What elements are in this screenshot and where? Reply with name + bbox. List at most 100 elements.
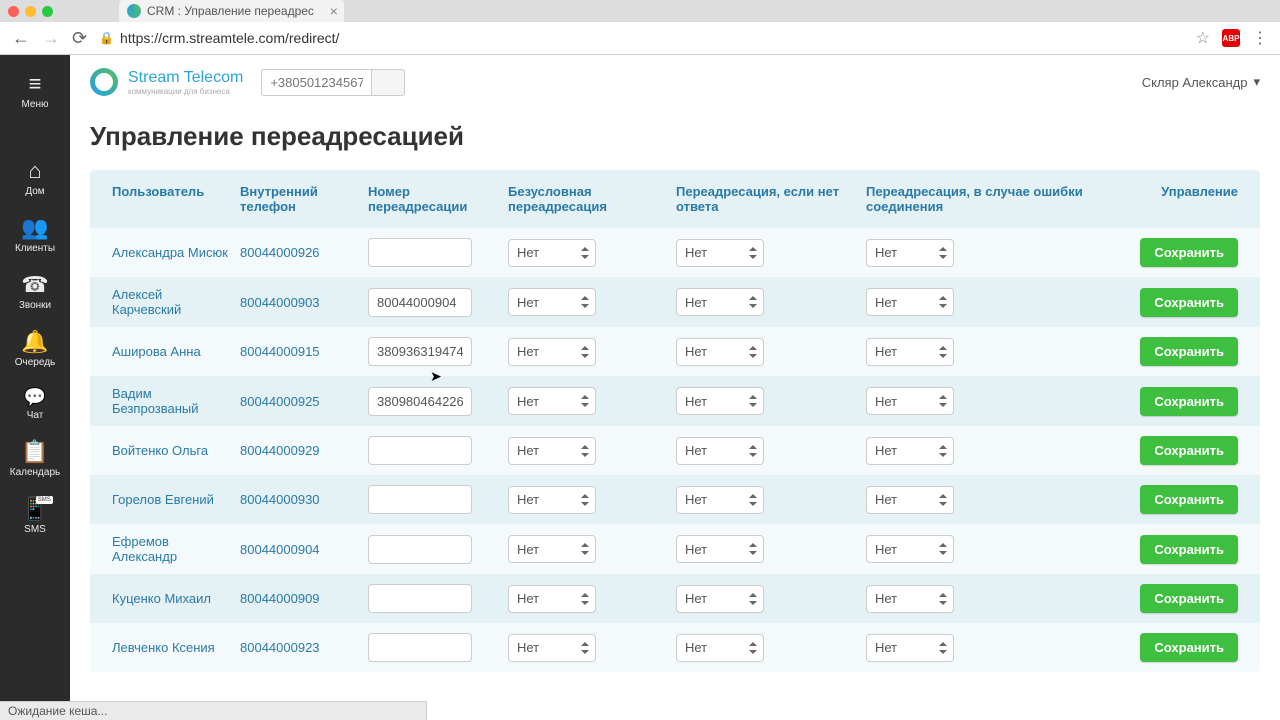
noanswer-select[interactable]: Нет [676,634,764,662]
error-select[interactable]: Нет [866,338,954,366]
redirect-number-input[interactable] [368,337,472,366]
user-link[interactable]: Алексей Карчевский [112,287,240,317]
sidebar-menu[interactable]: ≡ Меню [0,63,70,120]
error-select[interactable]: Нет [866,634,954,662]
browser-tab[interactable]: CRM : Управление переадрес × [119,0,344,22]
redirect-number-input[interactable] [368,238,472,267]
redirect-number-input[interactable] [368,485,472,514]
table-row: Александра Мисюк80044000926 Нет Нет Нет Сохр… [90,228,1260,277]
address-bar: ← → ⟳ 🔒 https://crm.streamtele.com/redir… [0,22,1280,55]
close-icon[interactable]: × [330,3,338,19]
col-user: Пользователь [112,184,240,214]
noanswer-select[interactable]: Нет [676,239,764,267]
sidebar-item-sms[interactable]: 📱 SMS [0,488,70,545]
user-link[interactable]: Войтенко Ольга [112,443,240,458]
ext-link[interactable]: 80044000925 [240,394,368,409]
redirect-number-input[interactable] [368,387,472,416]
redirect-number-input[interactable] [368,584,472,613]
save-button[interactable]: Сохранить [1140,535,1238,564]
unconditional-select[interactable]: Нет [508,288,596,316]
redirect-number-input[interactable] [368,436,472,465]
user-link[interactable]: Куценко Михаил [112,591,240,606]
ext-link[interactable]: 80044000929 [240,443,368,458]
ext-link[interactable]: 80044000909 [240,591,368,606]
ext-link[interactable]: 80044000904 [240,542,368,557]
error-select[interactable]: Нет [866,535,954,563]
sidebar-item-calls[interactable]: ☎ Звонки [0,264,70,321]
unconditional-select[interactable]: Нет [508,437,596,465]
table-row: Ефремов Александр80044000904 Нет Нет Нет Сох… [90,524,1260,574]
window-close-icon[interactable] [8,6,19,17]
table-row: Левченко Ксения80044000923 Нет Нет Нет Сохра… [90,623,1260,672]
error-select[interactable]: Нет [866,239,954,267]
noanswer-select[interactable]: Нет [676,486,764,514]
noanswer-select[interactable]: Нет [676,288,764,316]
ext-link[interactable]: 80044000915 [240,344,368,359]
bookmark-icon[interactable]: ☆ [1196,28,1210,48]
unconditional-select[interactable]: Нет [508,634,596,662]
user-link[interactable]: Левченко Ксения [112,640,240,655]
save-button[interactable]: Сохранить [1140,238,1238,267]
ext-link[interactable]: 80044000903 [240,295,368,310]
unconditional-select[interactable]: Нет [508,535,596,563]
sidebar-item-clients[interactable]: 👥 Клиенты [0,207,70,264]
noanswer-select[interactable]: Нет [676,387,764,415]
logo-icon [90,68,118,96]
save-button[interactable]: Сохранить [1140,288,1238,317]
brand[interactable]: Stream Telecom коммуникации для бизнеса [90,68,243,96]
sidebar-item-queue[interactable]: 🔔 Очередь [0,321,70,378]
error-select[interactable]: Нет [866,288,954,316]
adblock-icon[interactable]: ABP [1222,29,1240,47]
save-button[interactable]: Сохранить [1140,387,1238,416]
save-button[interactable]: Сохранить [1140,485,1238,514]
phone-input[interactable] [261,69,371,96]
save-button[interactable]: Сохранить [1140,436,1238,465]
users-icon: 👥 [21,217,48,239]
redirect-number-input[interactable] [368,535,472,564]
user-link[interactable]: Аширова Анна [112,344,240,359]
save-button[interactable]: Сохранить [1140,584,1238,613]
unconditional-select[interactable]: Нет [508,338,596,366]
window-minimize-icon[interactable] [25,6,36,17]
unconditional-select[interactable]: Нет [508,387,596,415]
url-input[interactable]: 🔒 https://crm.streamtele.com/redirect/ [99,30,1184,46]
unconditional-select[interactable]: Нет [508,585,596,613]
error-select[interactable]: Нет [866,387,954,415]
error-select[interactable]: Нет [866,486,954,514]
noanswer-select[interactable]: Нет [676,585,764,613]
unconditional-select[interactable]: Нет [508,486,596,514]
save-button[interactable]: Сохранить [1140,633,1238,662]
menu-icon[interactable]: ⋮ [1252,28,1268,48]
user-link[interactable]: Горелов Евгений [112,492,240,507]
sidebar-item-chat[interactable]: 💬 Чат [0,378,70,431]
table-row: Горелов Евгений80044000930 Нет Нет Нет Сохра… [90,475,1260,524]
error-select[interactable]: Нет [866,585,954,613]
unconditional-select[interactable]: Нет [508,239,596,267]
sidebar: ≡ Меню ⌂ Дом 👥 Клиенты ☎ Звонки 🔔 Очеред… [0,55,70,720]
user-link[interactable]: Вадим Безпрозваный [112,386,240,416]
ext-link[interactable]: 80044000926 [240,245,368,260]
window-maximize-icon[interactable] [42,6,53,17]
redirect-number-input[interactable] [368,633,472,662]
user-link[interactable]: Ефремов Александр [112,534,240,564]
sidebar-item-calendar[interactable]: 📋 Календарь [0,431,70,488]
sidebar-item-home[interactable]: ⌂ Дом [0,150,70,207]
user-link[interactable]: Александра Мисюк [112,245,240,260]
favicon-icon [127,4,141,18]
ext-link[interactable]: 80044000930 [240,492,368,507]
col-ext: Внутренний телефон [240,184,368,214]
col-err: Переадресация, в случае ошибки соединени… [866,184,1128,214]
error-select[interactable]: Нет [866,437,954,465]
save-button[interactable]: Сохранить [1140,337,1238,366]
forward-icon: → [42,28,60,49]
back-icon[interactable]: ← [12,28,30,49]
noanswer-select[interactable]: Нет [676,437,764,465]
hamburger-icon: ≡ [29,73,42,95]
user-menu[interactable]: Скляр Александр ▾ [1142,74,1260,90]
redirect-number-input[interactable] [368,288,472,317]
ext-link[interactable]: 80044000923 [240,640,368,655]
phone-search-button[interactable] [371,69,405,96]
noanswer-select[interactable]: Нет [676,338,764,366]
noanswer-select[interactable]: Нет [676,535,764,563]
reload-icon[interactable]: ⟳ [72,28,87,49]
